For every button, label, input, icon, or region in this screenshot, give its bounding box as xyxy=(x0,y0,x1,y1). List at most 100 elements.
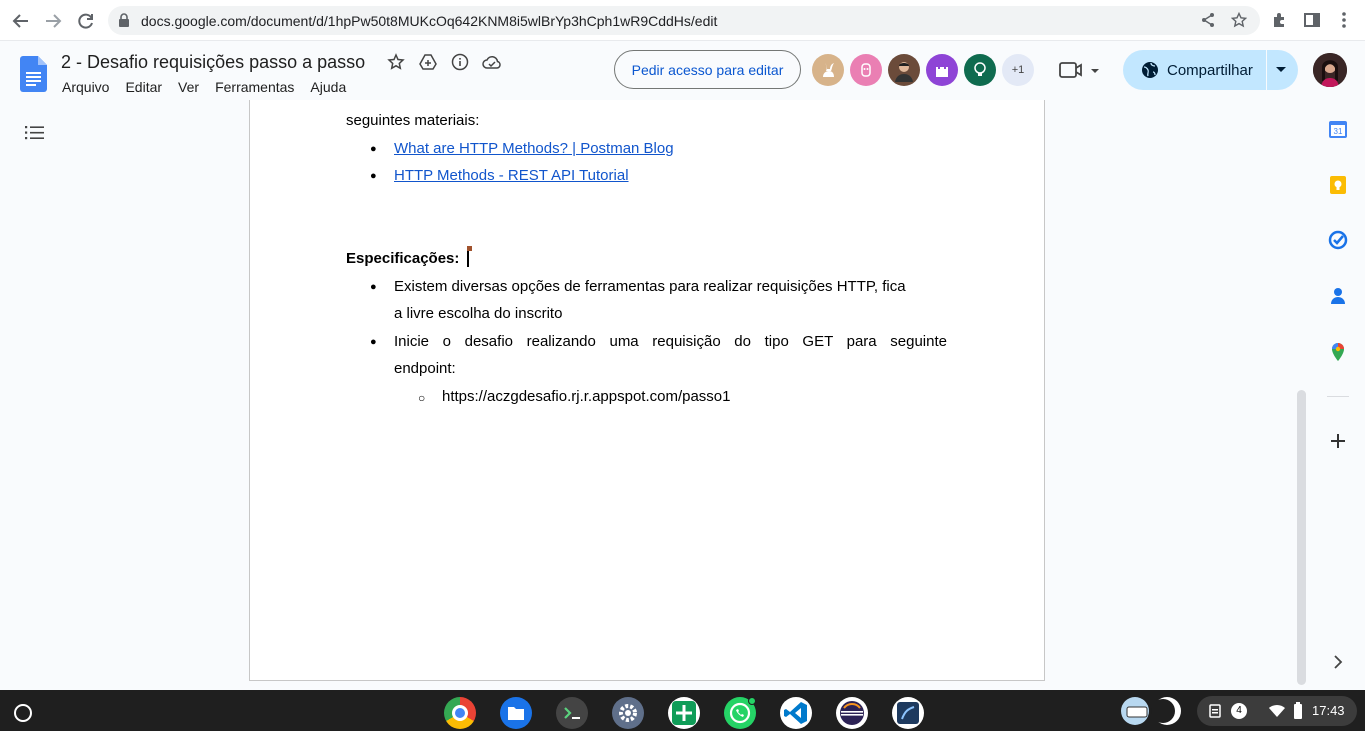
sub-bullet-circle: ○ xyxy=(418,391,426,405)
request-edit-access-button[interactable]: Pedir acesso para editar xyxy=(614,50,801,89)
collaborator-avatar-1[interactable] xyxy=(812,54,844,86)
add-addon-icon[interactable] xyxy=(1328,431,1348,451)
side-panel-icon[interactable] xyxy=(1303,11,1321,29)
collaborator-cursor-flag xyxy=(467,246,472,251)
document-outline-icon[interactable] xyxy=(25,124,45,142)
holding-space-icon xyxy=(1121,697,1181,725)
lock-icon xyxy=(119,13,129,27)
svg-text:31: 31 xyxy=(1334,127,1343,136)
bullet-2-line-1: Inicie o desafio realizando uma requisiç… xyxy=(394,333,947,350)
files-app-icon[interactable] xyxy=(500,697,532,729)
intro-text: seguintes materiais: xyxy=(346,112,480,129)
side-panel: 31 xyxy=(1310,100,1365,690)
database-app-icon[interactable] xyxy=(892,697,924,729)
link-postman-blog[interactable]: What are HTTP Methods? | Postman Blog xyxy=(394,135,674,162)
cloud-saved-icon[interactable] xyxy=(482,53,502,71)
share-label: Compartilhar xyxy=(1167,61,1253,79)
menu-ajuda[interactable]: Ajuda xyxy=(310,79,346,95)
video-camera-icon xyxy=(1059,62,1099,78)
collaborator-avatar-2[interactable] xyxy=(850,54,882,86)
chrome-menu-icon[interactable] xyxy=(1336,11,1352,29)
terminal-app-icon[interactable] xyxy=(556,697,588,729)
bullet-1-line-1: Existem diversas opções de ferramentas p… xyxy=(394,278,906,295)
castle-avatar-icon xyxy=(936,67,948,77)
bookmark-star-icon[interactable] xyxy=(1231,12,1247,28)
menu-editar[interactable]: Editar xyxy=(125,79,162,95)
gear-icon xyxy=(619,704,637,722)
info-icon[interactable] xyxy=(451,53,469,71)
terminal-icon xyxy=(564,707,580,719)
rabbit-avatar-icon xyxy=(823,63,834,77)
link-rest-api-tutorial[interactable]: HTTP Methods - REST API Tutorial xyxy=(394,162,629,189)
battery-icon xyxy=(1294,702,1302,719)
bullet-1-line-2: a livre escolha do inscrito xyxy=(394,305,563,322)
eclipse-icon xyxy=(840,701,864,725)
more-collaborators-badge[interactable]: +1 xyxy=(1002,54,1034,86)
share-button[interactable]: Compartilhar xyxy=(1123,50,1267,90)
status-tray[interactable]: 4 17:43 xyxy=(1197,696,1357,726)
spreadsheet-icon xyxy=(672,701,696,725)
reload-icon xyxy=(78,13,93,29)
menu-arquivo[interactable]: Arquivo xyxy=(62,79,109,95)
url-text: docs.google.com/document/d/1hpPw50t8MUKc… xyxy=(141,13,718,29)
wifi-icon xyxy=(1269,704,1285,717)
settings-app-icon[interactable] xyxy=(612,697,644,729)
bullet-dot: ● xyxy=(370,170,377,182)
text-cursor xyxy=(467,249,469,267)
bullet-dot: ● xyxy=(370,143,377,155)
menu-bar: Arquivo Editar Ver Ferramentas Ajuda xyxy=(62,79,362,95)
endpoint-url-text: https://aczgdesafio.rj.r.appspot.com/pas… xyxy=(442,388,731,405)
collaborator-avatar-4[interactable] xyxy=(926,54,958,86)
sheets-app-icon[interactable] xyxy=(668,697,700,729)
globe-icon xyxy=(1142,62,1158,78)
address-bar[interactable]: docs.google.com/document/d/1hpPw50t8MUKc… xyxy=(108,6,1260,35)
share-page-icon[interactable] xyxy=(1200,12,1216,28)
reload-button[interactable] xyxy=(73,8,99,34)
collaborator-avatar-5[interactable] xyxy=(964,54,996,86)
menu-ver[interactable]: Ver xyxy=(178,79,199,95)
bullet-2-line-2: endpoint: xyxy=(394,360,456,377)
account-avatar[interactable] xyxy=(1313,53,1347,87)
keep-icon[interactable] xyxy=(1328,175,1348,195)
bullet-dot: ● xyxy=(370,336,377,348)
eclipse-app-icon[interactable] xyxy=(836,697,868,729)
share-button-group: Compartilhar xyxy=(1123,50,1298,90)
person-photo-icon xyxy=(895,62,913,82)
menu-ferramentas[interactable]: Ferramentas xyxy=(215,79,294,95)
tasks-icon[interactable] xyxy=(1328,230,1348,250)
bullet-dot: ● xyxy=(370,281,377,293)
notification-count-badge: 4 xyxy=(1231,703,1247,719)
maps-icon[interactable] xyxy=(1328,342,1348,362)
account-photo-icon xyxy=(1313,53,1347,87)
calendar-icon[interactable]: 31 xyxy=(1328,119,1348,139)
forward-arrow-icon xyxy=(46,14,62,28)
move-to-drive-icon[interactable] xyxy=(419,53,437,71)
back-button[interactable] xyxy=(8,8,34,34)
specifications-heading: Especificações: xyxy=(346,250,460,267)
browser-toolbar: docs.google.com/document/d/1hpPw50t8MUKc… xyxy=(0,0,1365,41)
database-tool-icon xyxy=(897,702,919,724)
back-arrow-icon xyxy=(12,14,28,28)
collaborator-avatar-3[interactable] xyxy=(888,54,920,86)
docs-header: 2 - Desafio requisições passo a passo Ar… xyxy=(0,41,1365,100)
share-dropdown-icon[interactable] xyxy=(1275,66,1287,74)
folder-icon xyxy=(508,707,524,720)
side-panel-divider xyxy=(1327,396,1349,397)
clipboard-icon xyxy=(1209,704,1221,718)
vscode-app-icon[interactable] xyxy=(780,697,812,729)
chrome-app-icon[interactable] xyxy=(444,697,476,729)
lightbulb-avatar-icon xyxy=(974,62,986,76)
star-icon[interactable] xyxy=(387,53,405,71)
meet-button[interactable] xyxy=(1058,60,1100,85)
extensions-puzzle-icon[interactable] xyxy=(1271,11,1289,29)
tote-holding-space[interactable] xyxy=(1119,697,1185,725)
chevron-right-icon[interactable] xyxy=(1328,652,1348,672)
whatsapp-app-icon[interactable] xyxy=(724,697,756,729)
clock-time: 17:43 xyxy=(1312,703,1345,718)
google-docs-logo-icon[interactable] xyxy=(20,56,47,92)
contacts-icon[interactable] xyxy=(1328,286,1348,306)
vertical-scrollbar[interactable] xyxy=(1297,390,1306,685)
forward-button[interactable] xyxy=(40,8,66,34)
document-title[interactable]: 2 - Desafio requisições passo a passo xyxy=(61,52,365,73)
launcher-button[interactable] xyxy=(14,704,32,722)
